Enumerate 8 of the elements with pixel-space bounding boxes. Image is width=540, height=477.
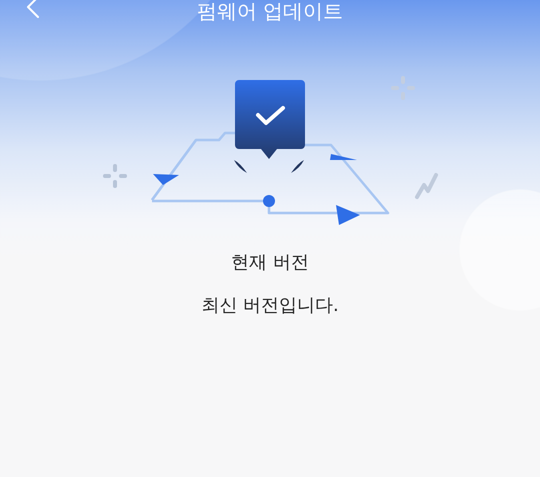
check-badge-icon (234, 80, 305, 173)
window-title: 펌웨어 업데이트 (196, 0, 344, 22)
version-status-text: 최신 버전입니다. (201, 294, 339, 318)
current-version-label: 현재 버전 (231, 251, 309, 275)
sparkle-icon (391, 76, 415, 100)
lightning-icon (415, 173, 438, 199)
back-icon[interactable] (26, 0, 40, 18)
sparkle-icon (103, 164, 127, 188)
